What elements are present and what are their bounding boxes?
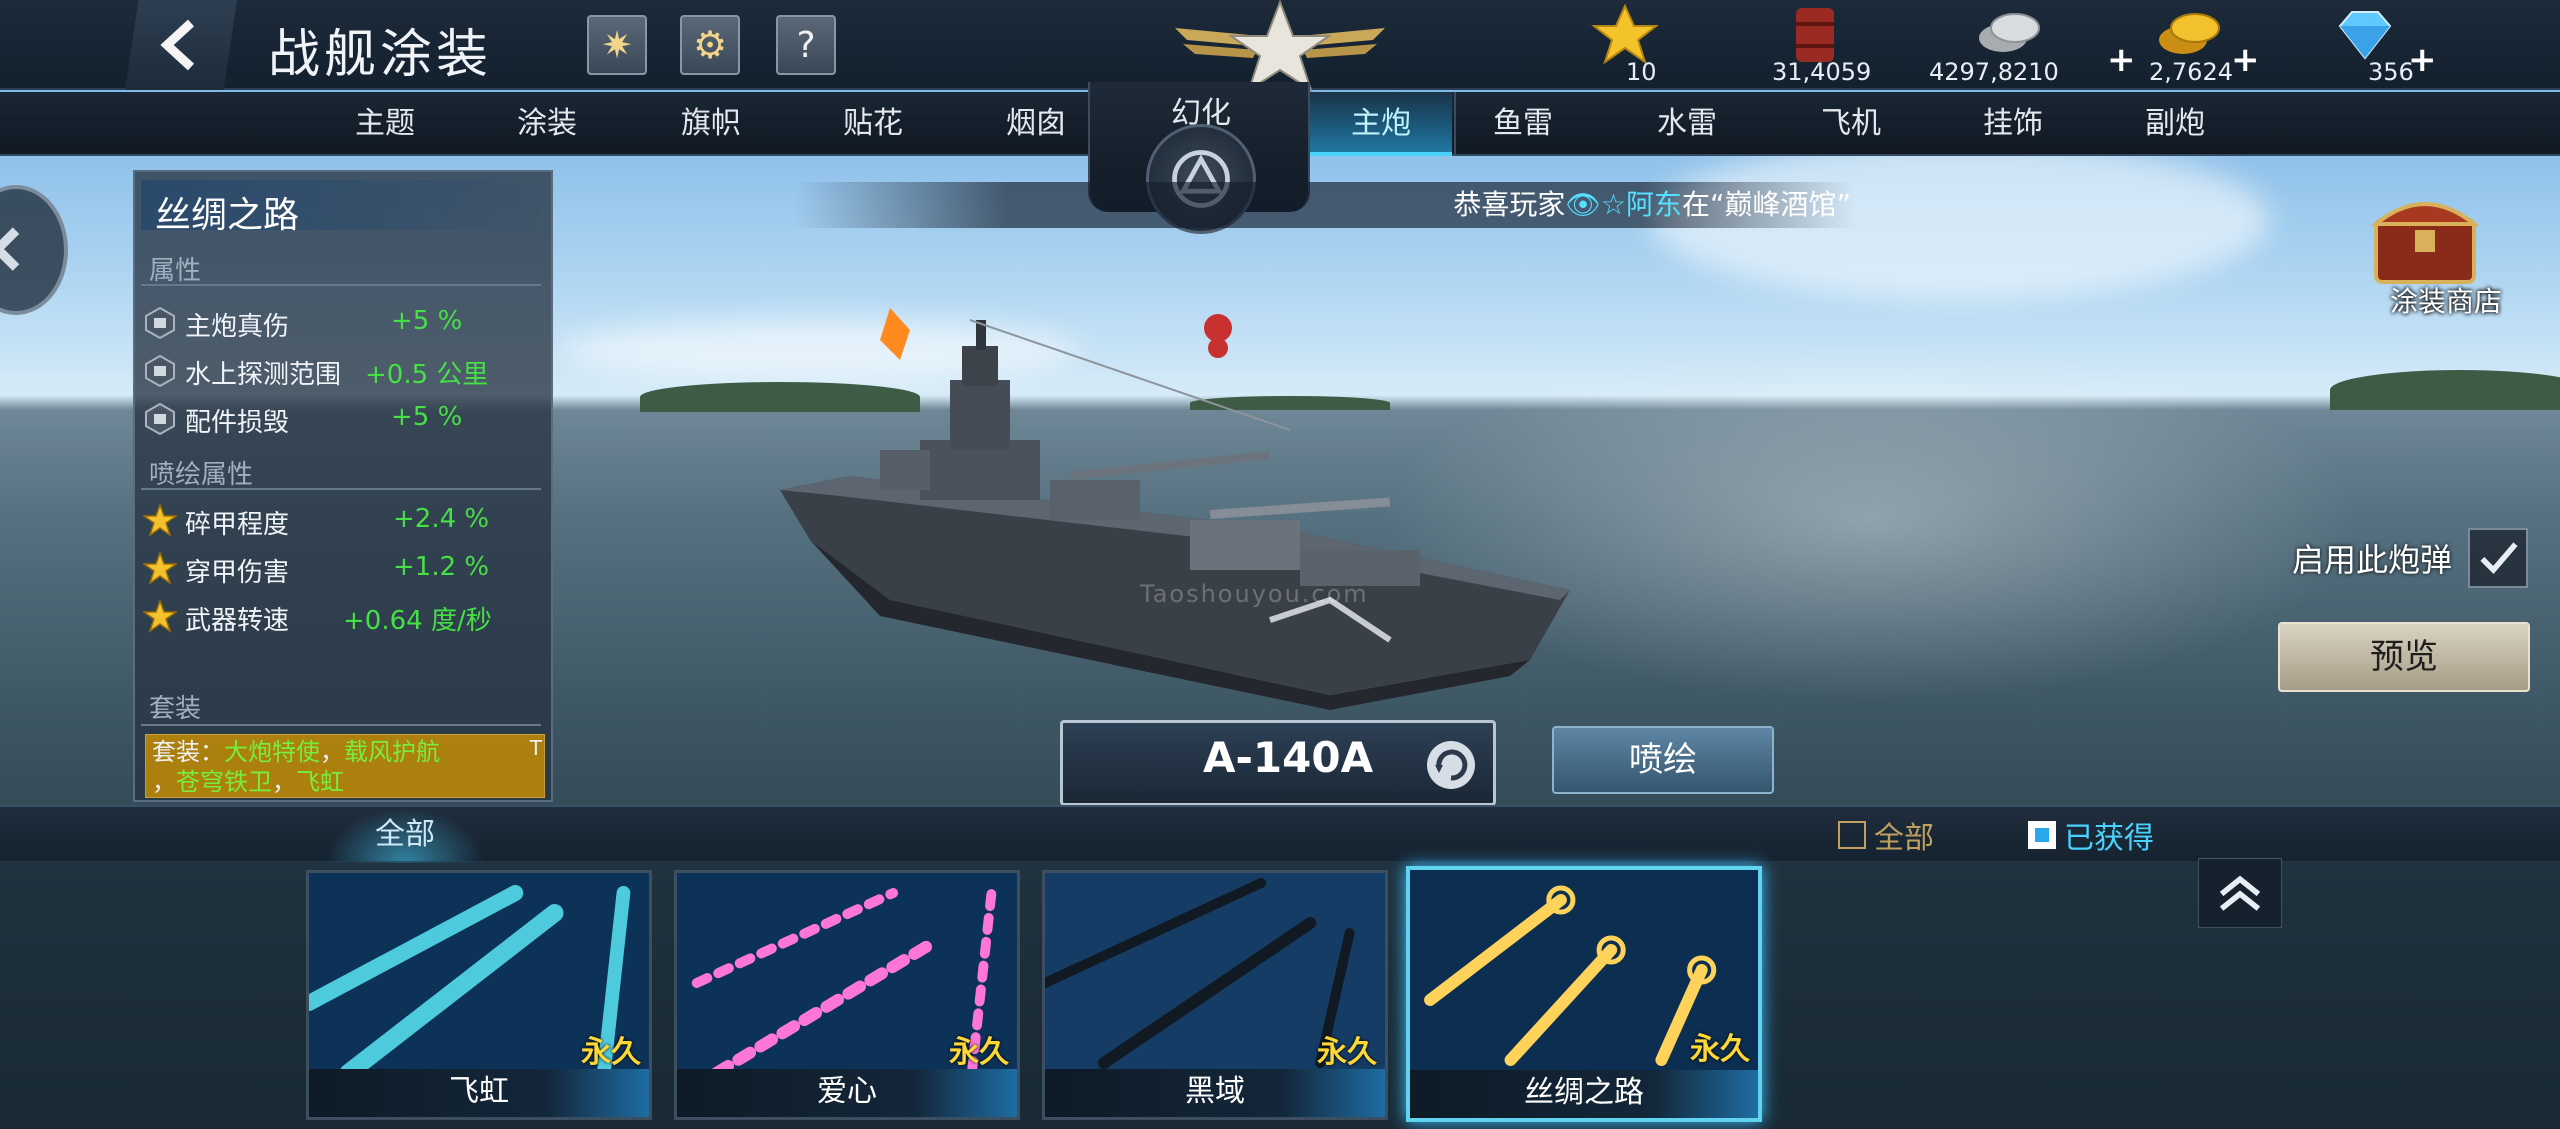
gear-icon: ⚙ (692, 23, 728, 67)
oil-barrel-icon (1796, 8, 1834, 62)
back-arrow-icon (160, 19, 195, 71)
tab-all[interactable]: 全部 (325, 807, 485, 863)
top-bar: 战舰涂装 ✷ ⚙ ? 10 31,4059 4297,8210 + 2,7624… (0, 0, 2560, 92)
section-label-set: 套装 (149, 694, 202, 724)
tab-mine[interactable]: 水雷 (1612, 92, 1762, 156)
attr-row: 水上探测范围 +0.5 公里 (143, 350, 543, 394)
enable-shell-checkbox[interactable] (2468, 528, 2528, 588)
checkbox-icon (1838, 821, 1866, 849)
set-tag-icon: T (529, 736, 542, 760)
attribute-hex-icon (145, 306, 175, 340)
attr-row: 碎甲程度 +2.4 % (143, 500, 543, 544)
attribute-panel: 丝绸之路 属性 主炮真伤 +5 % 水上探测范围 +0.5 公里 配件损毁 +5… (133, 170, 553, 802)
battleship-model (780, 308, 1570, 710)
filter-bar: 全部 全部 已获得 (0, 805, 2560, 863)
currency-gold[interactable]: 2,7624 + (2145, 0, 2345, 90)
gold-star-icon (143, 504, 177, 537)
firework-button[interactable]: ✷ (587, 15, 647, 75)
permanent-tag: 永久 (949, 1035, 1009, 1070)
filter-all-checkbox[interactable]: 全部 (1838, 817, 1934, 856)
side-collapse-button[interactable] (0, 185, 68, 315)
attribute-hex-icon (145, 402, 175, 436)
silver-plus-icon[interactable]: + (2107, 40, 2136, 80)
skin-card-silk-road[interactable]: 永久 丝绸之路 (1406, 866, 1762, 1122)
tab-aircraft[interactable]: 飞机 (1776, 92, 1926, 156)
tab-torpedo[interactable]: 鱼雷 (1448, 92, 1598, 156)
skin-card-heiyu[interactable]: 永久 黑域 (1042, 870, 1388, 1120)
broadcast-ticker: 恭喜玩家👁☆阿东在“巅峰酒馆” (795, 182, 1855, 228)
back-button[interactable] (125, 0, 237, 90)
skin-card-aixin[interactable]: 永久 爱心 (674, 870, 1020, 1120)
checkbox-icon (2028, 821, 2056, 849)
tab-secondary-gun[interactable]: 副炮 (2100, 92, 2250, 156)
skin-name: 飞虹 (309, 1069, 649, 1117)
attr-row: 穿甲伤害 +1.2 % (143, 548, 543, 592)
star-icon (1591, 4, 1659, 64)
firework-icon: ✷ (601, 23, 633, 67)
island (2330, 370, 2560, 410)
paint-shop-button[interactable]: 涂装商店 (2360, 190, 2520, 320)
attr-row: 主炮真伤 +5 % (143, 302, 543, 346)
tab-paint[interactable]: 涂装 (472, 92, 622, 156)
divider (141, 488, 541, 490)
preview-button[interactable]: 预览 (2278, 622, 2530, 692)
silver-coins-icon (1979, 13, 2040, 52)
skin-card-feihong[interactable]: 永久 飞虹 (306, 870, 652, 1120)
section-label-paint-attributes: 喷绘属性 (149, 460, 254, 490)
paint-button[interactable]: 喷绘 (1552, 726, 1774, 794)
enable-shell-label: 启用此炮弹 (2292, 541, 2453, 579)
permanent-tag: 永久 (1317, 1035, 1377, 1070)
diamond-plus-icon[interactable]: + (2408, 40, 2437, 80)
tab-decal[interactable]: 贴花 (798, 92, 948, 156)
gold-star-icon (143, 600, 177, 633)
page-title: 战舰涂装 (268, 25, 493, 85)
refresh-icon[interactable] (1423, 737, 1479, 793)
currency-star: 10 (1590, 0, 1790, 90)
diamond-icon (2338, 11, 2392, 60)
skin-name: 黑域 (1045, 1069, 1385, 1117)
permanent-tag: 永久 (1690, 1032, 1750, 1067)
skin-title: 丝绸之路 (155, 195, 300, 236)
divider (141, 284, 541, 286)
treasure-chest-icon (2370, 202, 2480, 284)
watermark: Taoshouyou.com (1140, 580, 1369, 608)
filter-owned-checkbox[interactable]: 已获得 (2028, 817, 2154, 856)
settings-button[interactable]: ⚙ (680, 15, 740, 75)
gold-coins-icon (2159, 13, 2220, 54)
gold-plus-icon[interactable]: + (2231, 40, 2260, 80)
attribute-hex-icon (145, 354, 175, 388)
attr-row: 武器转速 +0.64 度/秒 (143, 596, 543, 640)
shell-name: A-140A (1203, 733, 1374, 782)
skin-name: 爱心 (677, 1069, 1017, 1117)
tab-theme[interactable]: 主题 (310, 92, 460, 156)
set-bonus-box: 套装：大炮特使，载风护航 ，苍穹铁卫，飞虹 T (145, 734, 545, 798)
shell-name-plate: A-140A (1060, 720, 1496, 806)
tab-main-gun[interactable]: 主炮 (1310, 92, 1452, 156)
currency-diamond[interactable]: 356 + (2330, 0, 2530, 90)
tab-ornament[interactable]: 挂饰 (1938, 92, 2088, 156)
double-chevron-up-icon (2219, 875, 2261, 911)
checkmark-icon (2480, 542, 2518, 575)
help-button[interactable]: ? (776, 15, 836, 75)
chevron-icon (0, 227, 20, 271)
divider (141, 724, 541, 726)
section-label-attributes: 属性 (149, 256, 202, 286)
tab-flag[interactable]: 旗帜 (636, 92, 786, 156)
question-icon: ? (796, 24, 816, 66)
permanent-tag: 永久 (581, 1035, 641, 1070)
currency-silver[interactable]: 4297,8210 + (1925, 0, 2155, 90)
expand-list-button[interactable] (2198, 858, 2282, 928)
skin-name: 丝绸之路 (1410, 1070, 1758, 1118)
gold-star-icon (143, 552, 177, 585)
rank-star-emblem (1175, 0, 1385, 92)
attr-row: 配件损毁 +5 % (143, 398, 543, 442)
